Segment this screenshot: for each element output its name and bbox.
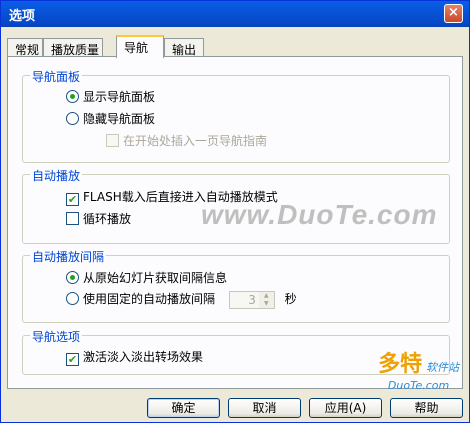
tab-general[interactable]: 常规	[7, 38, 43, 57]
group-title-autoplay: 自动播放	[30, 167, 83, 184]
radio-indicator[interactable]	[66, 112, 79, 125]
checkbox-box[interactable]	[66, 212, 79, 225]
help-button[interactable]: 帮助	[390, 398, 463, 418]
tab-navigation[interactable]: 导航	[116, 35, 164, 58]
checkbox-label: 循环播放	[83, 212, 132, 226]
group-title-nav-panel: 导航面板	[30, 68, 83, 85]
cancel-button[interactable]: 取消	[228, 398, 301, 418]
radio-show-nav-panel[interactable]: 显示导航面板	[66, 88, 155, 105]
radio-label: 显示导航面板	[83, 90, 156, 104]
stepper-up-icon[interactable]: ▲	[258, 291, 274, 300]
watermark-logo: 多特 软件站 DuoTe.com	[378, 346, 459, 392]
apply-button[interactable]: 应用(A)	[309, 398, 382, 418]
watermark-logo-sub: 软件站	[426, 361, 459, 374]
radio-from-original-slides[interactable]: 从原始幻灯片获取间隔信息	[66, 269, 227, 286]
radio-label: 使用固定的自动播放间隔	[83, 292, 216, 306]
interval-seconds-stepper[interactable]: 3 ▲ ▼	[228, 290, 275, 309]
ok-button[interactable]: 确定	[147, 398, 220, 418]
radio-label: 隐藏导航面板	[83, 112, 156, 126]
checkbox-box[interactable]	[106, 134, 119, 147]
radio-label: 从原始幻灯片获取间隔信息	[83, 271, 228, 285]
checkbox-label: 激活淡入淡出转场效果	[83, 350, 204, 364]
radio-indicator[interactable]	[66, 292, 79, 305]
group-title-interval: 自动播放间隔	[30, 248, 107, 265]
checkbox-fade-transition[interactable]: ✔ 激活淡入淡出转场效果	[66, 348, 203, 366]
stepper-buttons: ▲ ▼	[258, 291, 274, 308]
radio-fixed-interval[interactable]: 使用固定的自动播放间隔 3 ▲ ▼ 秒	[66, 290, 297, 309]
tab-output[interactable]: 输出	[164, 38, 204, 57]
radio-indicator[interactable]	[66, 90, 79, 103]
check-icon[interactable]: ✔	[66, 353, 79, 366]
group-title-nav-options: 导航选项	[30, 328, 83, 345]
radio-indicator[interactable]	[66, 271, 79, 284]
watermark-logo-url: DuoTe.com	[387, 379, 450, 392]
options-dialog: 选项 × 常规 播放质量 导航 输出 导航面板 显示导航面板 隐藏导航面板 在开…	[0, 0, 470, 423]
checkbox-insert-nav-guide[interactable]: 在开始处插入一页导航指南	[106, 132, 267, 149]
close-button[interactable]: ×	[444, 4, 463, 23]
checkbox-label: 在开始处插入一页导航指南	[123, 134, 268, 148]
tab-playback-quality[interactable]: 播放质量	[43, 38, 103, 57]
group-autoplay-interval: 自动播放间隔 从原始幻灯片获取间隔信息 使用固定的自动播放间隔 3 ▲ ▼ 秒	[22, 248, 450, 323]
check-icon[interactable]: ✔	[66, 193, 79, 206]
seconds-unit-label: 秒	[284, 292, 297, 306]
radio-hide-nav-panel[interactable]: 隐藏导航面板	[66, 110, 155, 127]
watermark-text: www.DuoTe.com	[201, 199, 438, 230]
title-bar[interactable]: 选项 ×	[1, 1, 469, 27]
watermark-logo-big: 多特	[378, 352, 423, 377]
interval-seconds-value: 3	[248, 292, 256, 307]
stepper-down-icon[interactable]: ▼	[258, 299, 274, 308]
window-title: 选项	[9, 9, 36, 24]
group-nav-panel: 导航面板 显示导航面板 隐藏导航面板 在开始处插入一页导航指南	[22, 68, 450, 163]
checkbox-loop-playback[interactable]: 循环播放	[66, 210, 131, 227]
